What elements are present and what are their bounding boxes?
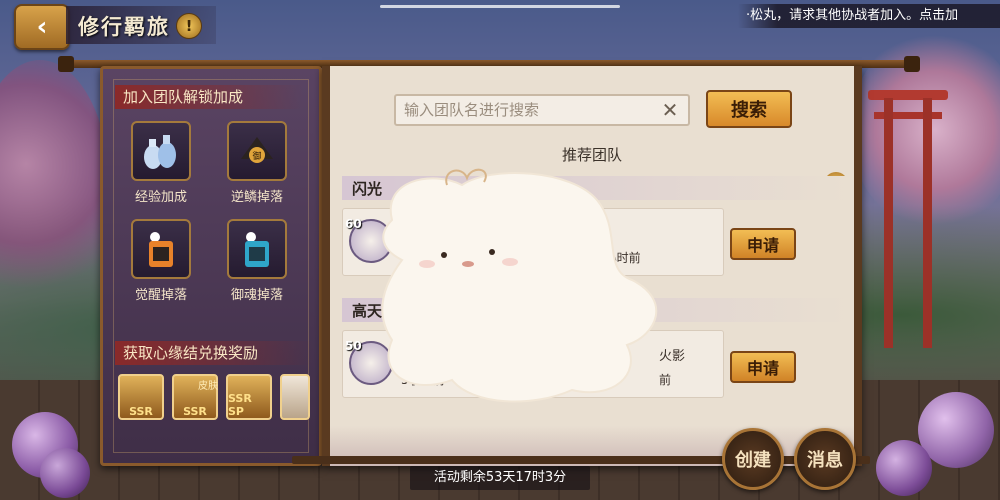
top-bar: ‹ 修行羁旅 ! ·松丸，请求其他协战者加入。点击加 — [0, 0, 1000, 50]
bonus-awaken[interactable]: 觉醒掉落 — [121, 219, 201, 303]
team-search-input[interactable] — [404, 96, 654, 124]
clear-icon[interactable]: ✕ — [658, 98, 682, 122]
bunny-sticker-overlay — [381, 168, 658, 403]
bonus-label: 觉醒掉落 — [134, 288, 187, 303]
bonus-label: 经验加成 — [134, 190, 187, 205]
member-level: 50 — [345, 339, 362, 353]
apply-button[interactable]: 申请 — [730, 351, 796, 383]
member-level: 60 — [345, 217, 362, 231]
event-timer: 活动剩余53天17时3分 — [410, 466, 590, 490]
info-icon[interactable]: ! — [176, 13, 202, 39]
reward-ssr[interactable]: SSR — [118, 374, 164, 420]
search-box: ✕ — [394, 94, 690, 126]
dragon-scale-icon: 御 — [227, 121, 287, 181]
apply-button[interactable]: 申请 — [730, 228, 796, 260]
purple-orb-decoration — [40, 448, 90, 498]
rod-end-right — [904, 56, 920, 72]
messages-button[interactable]: 消息 — [794, 428, 856, 490]
sake-bottles-icon — [131, 121, 191, 181]
bonus-dragon-scale[interactable]: 御 逆鳞掉落 — [217, 121, 297, 205]
scroll-indicator — [380, 5, 620, 8]
reward-ssr-sp[interactable]: SSR SP — [226, 374, 272, 420]
notification-ticker: ·松丸，请求其他协战者加入。点击加 — [738, 4, 1000, 28]
blue-amulet-icon — [227, 219, 287, 279]
create-team-button[interactable]: 创建 — [722, 428, 784, 490]
torii-gate — [868, 90, 948, 350]
reward-partial[interactable] — [280, 374, 310, 420]
bonus-soul[interactable]: 御魂掉落 — [217, 219, 297, 303]
rod-end-left — [58, 56, 74, 72]
purple-orb-decoration — [876, 440, 932, 496]
back-arrow-icon: ‹ — [36, 12, 48, 42]
bonus-label: 逆鳞掉落 — [230, 190, 283, 205]
skin-tag: 皮肤 — [198, 381, 218, 392]
bonus-label: 御魂掉落 — [230, 288, 283, 303]
page-title: 修行羁旅 — [78, 14, 170, 39]
search-button[interactable]: 搜索 — [706, 90, 792, 128]
back-button[interactable]: ‹ — [14, 4, 70, 50]
unlock-bonus-title: 加入团队解锁加成 — [115, 85, 303, 109]
reward-title: 获取心缘结兑换奖励 — [115, 341, 313, 365]
orange-amulet-icon — [131, 219, 191, 279]
bonus-exp[interactable]: 经验加成 — [121, 121, 201, 205]
svg-text:御: 御 — [252, 150, 261, 162]
